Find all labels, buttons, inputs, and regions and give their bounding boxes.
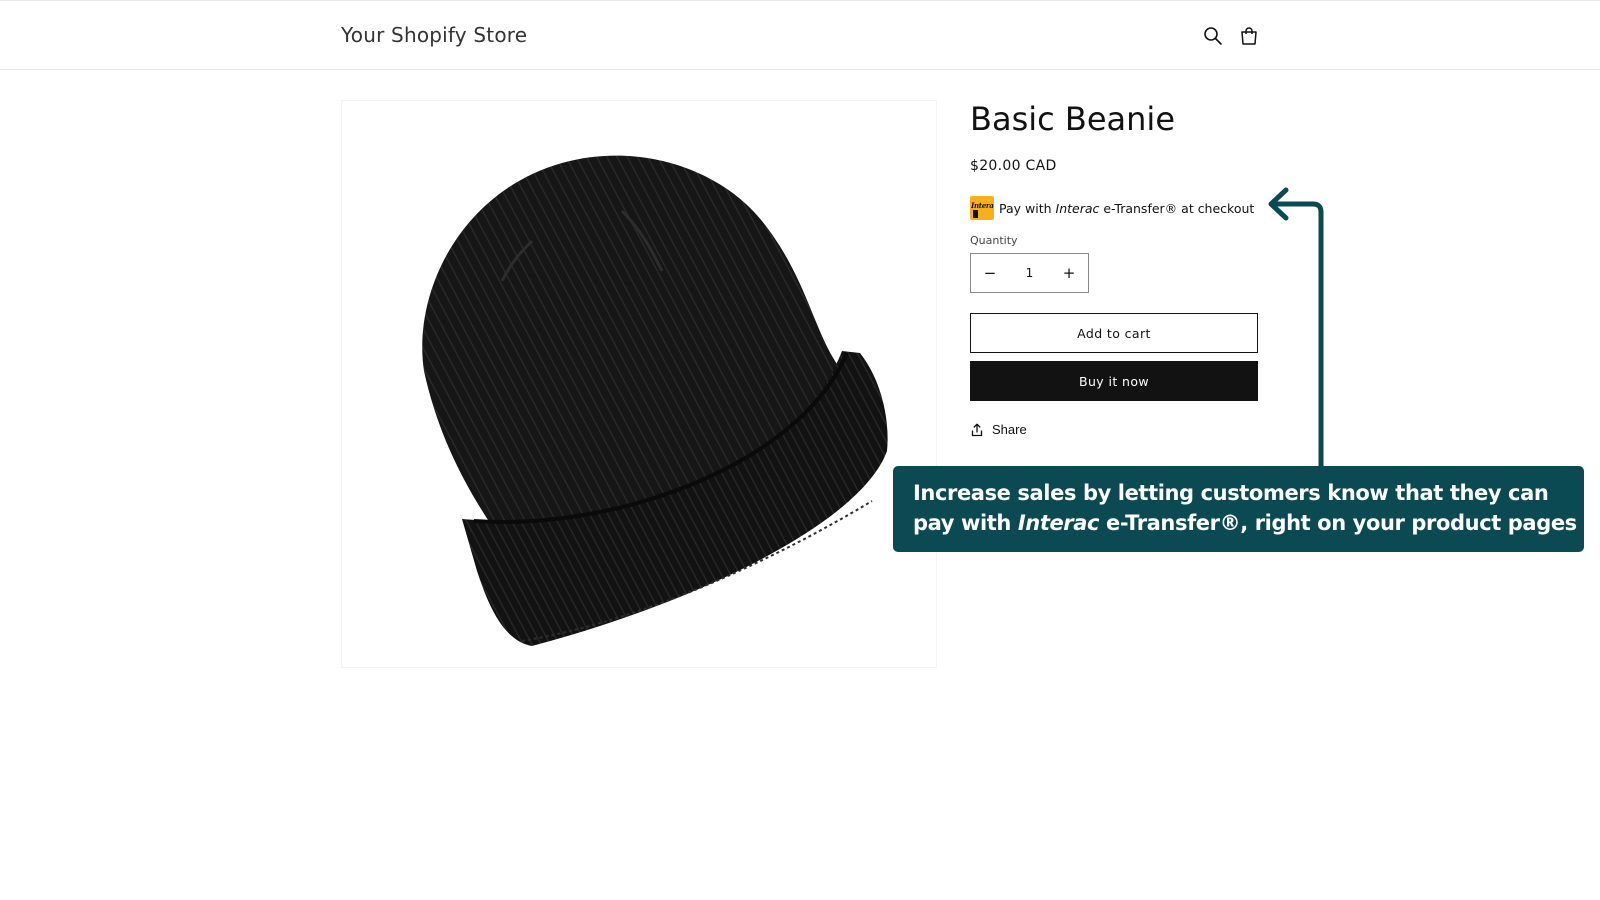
promo-callout: Increase sales by letting customers know… [893, 466, 1584, 552]
quantity-label: Quantity [970, 234, 1018, 247]
quantity-stepper: − + [970, 253, 1089, 293]
interac-logo-text: Interac [971, 201, 994, 210]
site-header: Your Shopify Store [0, 0, 1600, 70]
quantity-decrease-button[interactable]: − [971, 254, 1009, 292]
search-icon[interactable] [1202, 25, 1224, 47]
interac-text-before: Pay with [999, 200, 1056, 216]
interac-brand: Interac [1055, 200, 1100, 216]
callout-brand: Interac [1017, 511, 1100, 535]
callout-line-2-before: pay with [913, 511, 1018, 535]
interac-text-after: e-Transfer® at checkout [1099, 200, 1255, 216]
share-button[interactable]: Share [970, 422, 1027, 437]
quantity-increase-button[interactable]: + [1050, 254, 1088, 292]
interac-logo-mark [973, 210, 978, 218]
share-label: Share [992, 422, 1027, 437]
callout-line-2: pay with Interac e-Transfer®, right on y… [913, 508, 1577, 538]
quantity-input[interactable] [1009, 254, 1050, 292]
cart-icon[interactable] [1238, 25, 1260, 47]
add-to-cart-button[interactable]: Add to cart [970, 313, 1258, 353]
beanie-image [422, 155, 888, 646]
callout-line-1: Increase sales by letting customers know… [913, 481, 1549, 505]
product-price: $20.00 CAD [970, 158, 1057, 174]
product-image[interactable] [341, 100, 937, 668]
interac-logo-icon: Interac [970, 196, 994, 220]
callout-line-2-after: e-Transfer®, right on your product pages [1099, 511, 1577, 535]
buy-now-button[interactable]: Buy it now [970, 361, 1258, 401]
product-title: Basic Beanie [970, 100, 1175, 138]
store-title[interactable]: Your Shopify Store [341, 23, 527, 47]
interac-banner: Interac Pay with Interac e-Transfer® at … [970, 196, 1254, 220]
interac-message: Pay with Interac e-Transfer® at checkout [999, 201, 1254, 216]
callout-arrow-icon [1268, 187, 1324, 467]
share-icon [971, 423, 983, 436]
